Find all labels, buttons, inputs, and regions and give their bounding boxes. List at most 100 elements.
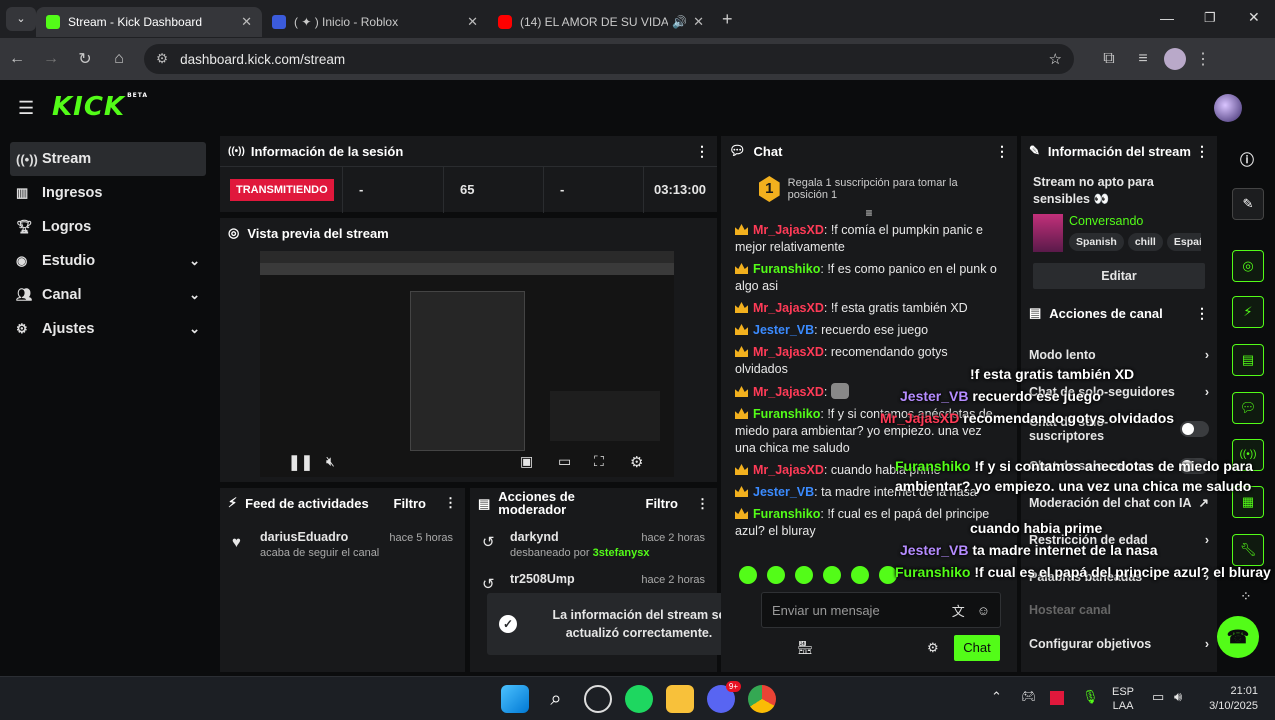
broadcast-icon: ((•)) (228, 145, 245, 157)
close-tab-icon[interactable]: ✕ (241, 14, 252, 30)
pin-icon[interactable]: ≡ (721, 206, 1017, 220)
session-panel: ((•)) Información de la sesión ⋮ TRANSMITI… (220, 136, 717, 213)
browser-menu-icon[interactable]: ⋮ (1186, 49, 1220, 69)
mute-icon[interactable]: 🔇︎ (326, 453, 335, 470)
emote-icon[interactable] (739, 566, 757, 584)
sidebar-item-canal[interactable]: 👥︎ Canal ⌄ (10, 278, 206, 312)
category-name[interactable]: Conversando (1069, 214, 1201, 228)
lightning-rail-button[interactable]: ⚡︎ (1232, 296, 1264, 328)
kick-logo[interactable]: KICK BETA (52, 92, 148, 122)
app-icon[interactable] (584, 685, 612, 713)
cat-emote-icon (830, 383, 849, 399)
chat-send-button[interactable]: Chat (954, 635, 1000, 661)
chrome-icon[interactable] (748, 685, 776, 713)
kick-dashboard: ☰ KICK BETA ((•)) Stream ▥ Ingresos 🏆︎ Logro… (0, 80, 1275, 676)
media-control-icon[interactable]: ≡ (1126, 50, 1160, 68)
session-stat: - (543, 166, 643, 213)
windows-taskbar: ⌕ 9+ ⌃ 🎮︎ 🎙︎ ESP LAA ▭ 🔊︎ 21:01 3/10/2025 (0, 676, 1275, 720)
sidebar-item-ingresos[interactable]: ▥ Ingresos (10, 176, 206, 210)
close-tab-icon[interactable]: ✕ (693, 14, 704, 30)
address-bar[interactable]: ⚙ dashboard.kick.com/stream ☆ (144, 44, 1074, 74)
file-explorer-icon[interactable] (666, 685, 694, 713)
user-avatar[interactable] (1214, 94, 1242, 122)
chat-input[interactable]: Enviar un mensaje 文 ☺ (761, 592, 1001, 628)
sidebar-item-logros[interactable]: 🏆︎ Logros (10, 210, 206, 244)
reload-icon[interactable]: ↻ (68, 49, 102, 69)
pip-icon[interactable]: ▣ (520, 453, 533, 470)
pause-icon[interactable]: ❚❚ (288, 453, 313, 471)
new-tab-button[interactable]: + (722, 9, 733, 30)
studio-icon: ◉ (16, 253, 28, 268)
display-icon[interactable]: ▭ (1152, 689, 1164, 705)
stream-video[interactable]: ❚❚ 🔇︎ ▣ ▭ ⛶ ⚙ (260, 251, 674, 477)
edit-rail-button[interactable]: ✎ (1232, 188, 1264, 220)
edit-stream-button[interactable]: Editar (1033, 263, 1205, 289)
camera-rail-button[interactable]: ◎ (1232, 250, 1264, 282)
support-button[interactable]: ☎ (1217, 616, 1259, 658)
more-options-icon[interactable]: ⋮ (696, 497, 709, 510)
clock[interactable]: 21:01 3/10/2025 (1202, 684, 1258, 714)
tray-app-icon[interactable] (1050, 691, 1064, 705)
gear-icon: ⚙ (16, 321, 28, 336)
emote-icon[interactable] (795, 566, 813, 584)
emoji-icon[interactable]: ☺ (977, 603, 990, 618)
more-options-icon[interactable]: ⋮ (1195, 143, 1209, 160)
back-icon[interactable]: ← (0, 50, 34, 68)
translate-icon[interactable]: 文 (952, 601, 965, 620)
more-options-icon[interactable]: ⋮ (695, 143, 709, 160)
feed-item: ♥ dariusEduadro acaba de seguir el canal… (232, 530, 453, 559)
chevron-up-icon[interactable]: ⌃ (991, 689, 1002, 705)
search-icon[interactable]: ⌕ (542, 685, 570, 713)
fullscreen-icon[interactable]: ⛶ (594, 453, 604, 470)
profile-avatar[interactable] (1164, 48, 1186, 70)
sidebar-item-estudio[interactable]: ◉ Estudio ⌄ (10, 244, 206, 278)
close-tab-icon[interactable]: ✕ (467, 14, 478, 30)
broadcast-icon: ((•)) (16, 151, 38, 167)
tab-roblox[interactable]: ( ✦ ) Inicio - Roblox ✕ (262, 7, 488, 37)
undo-icon: ↺ (482, 534, 495, 551)
chevron-down-icon: ⌄ (189, 321, 200, 336)
theater-icon[interactable]: ▭ (558, 453, 571, 470)
home-icon[interactable]: ⌂ (102, 50, 136, 68)
sidebar-item-ajustes[interactable]: ⚙ Ajustes ⌄ (10, 312, 206, 346)
store-icon[interactable]: 🏪︎ (797, 640, 814, 656)
audio-playing-icon[interactable]: 🔊 (672, 15, 687, 29)
maximize-window-button[interactable]: ❐ (1204, 10, 1216, 26)
bookmark-star-icon[interactable]: ☆ (1049, 50, 1062, 68)
emote-icon[interactable] (823, 566, 841, 584)
feed-filter-button[interactable]: Filtro (394, 496, 427, 511)
mod-filter-button[interactable]: Filtro (646, 497, 679, 510)
hamburger-menu-icon[interactable]: ☰ (18, 98, 34, 119)
start-windows-icon[interactable] (501, 685, 529, 713)
settings-gear-icon[interactable]: ⚙ (630, 453, 643, 471)
close-window-button[interactable]: ✕ (1248, 9, 1260, 26)
emote-icon[interactable] (851, 566, 869, 584)
more-options-icon[interactable]: ⋮ (444, 495, 457, 511)
extensions-icon[interactable]: ⧉ (1092, 50, 1126, 68)
discord-icon[interactable]: 9+ (707, 681, 741, 713)
emote-icon[interactable] (767, 566, 785, 584)
sidebar-item-stream[interactable]: ((•)) Stream (10, 142, 206, 176)
minimize-window-button[interactable]: — (1160, 10, 1174, 26)
microphone-icon[interactable]: 🎙︎ (1082, 689, 1099, 705)
undo-icon: ↺ (482, 576, 495, 593)
discord-tray-icon[interactable]: 🎮︎ (1021, 689, 1036, 703)
site-info-icon[interactable]: ⚙ (156, 51, 168, 67)
tab-kick[interactable]: Stream - Kick Dashboard ✕ (36, 7, 262, 37)
chat-settings-icon[interactable]: ⚙ (927, 640, 939, 656)
youtube-favicon-icon (498, 15, 512, 29)
apps-icon[interactable]: ⁘ (1240, 588, 1252, 605)
more-options-icon[interactable]: ⋮ (995, 143, 1009, 160)
stream-title: Stream no apto para sensibles 👀 (1033, 175, 1154, 206)
spotify-icon[interactable] (625, 685, 653, 713)
tab-youtube[interactable]: (14) EL AMOR DE SU VIDA | 🔊 ✕ (488, 7, 714, 37)
tab-list-button[interactable]: ⌄ (6, 7, 36, 31)
goals-item[interactable]: Configurar objetivos › (1029, 625, 1209, 662)
chat-message: Jester_VB: recuerdo ese juego (735, 322, 1003, 339)
more-options-icon[interactable]: ⋮ (1195, 305, 1209, 322)
info-icon[interactable]: ⓘ (1240, 150, 1254, 170)
volume-icon[interactable]: 🔊︎ (1174, 689, 1182, 705)
emote-bar (739, 566, 897, 584)
forward-icon[interactable]: → (34, 50, 68, 68)
chat-message: Mr_JajasXD: !f comía el pumpkin panic e … (735, 223, 983, 254)
